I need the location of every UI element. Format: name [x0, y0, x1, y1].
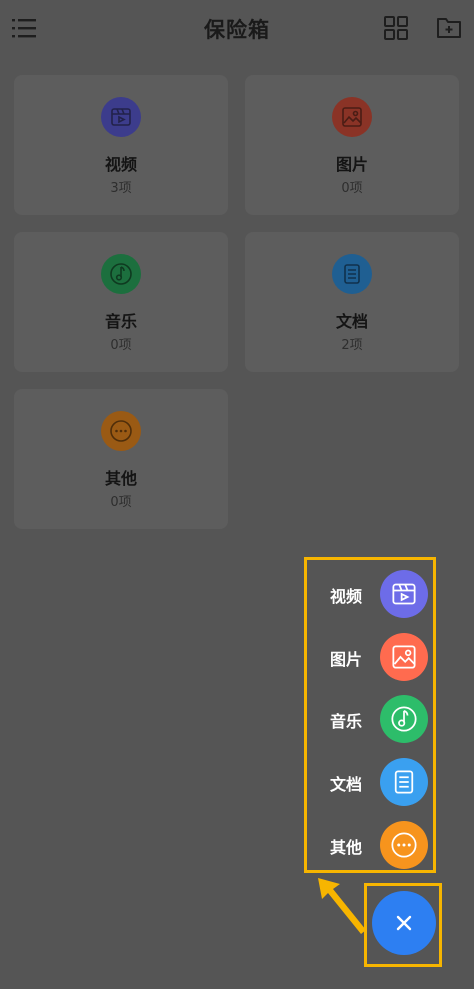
close-icon	[396, 915, 412, 931]
fab-item-label: 图片	[329, 650, 362, 669]
fab-item-video[interactable]: 视频	[318, 569, 430, 619]
fab-item-music[interactable]: 音乐	[318, 694, 430, 744]
image-icon	[380, 633, 428, 681]
category-card-video[interactable]: 视频 3项	[14, 75, 228, 215]
fab-item-label: 其他	[329, 838, 362, 857]
video-icon	[380, 570, 428, 618]
category-name: 图片	[335, 155, 368, 174]
close-fab-button[interactable]	[372, 891, 436, 955]
document-icon	[332, 254, 372, 294]
fab-item-other[interactable]: 其他	[318, 820, 430, 870]
category-count: 0项	[110, 495, 132, 510]
new-folder-button[interactable]	[436, 15, 462, 39]
video-icon	[101, 97, 141, 137]
fab-item-label: 音乐	[329, 712, 362, 731]
category-count: 0项	[110, 338, 132, 353]
app-header: 保险箱	[0, 0, 474, 58]
category-count: 3项	[110, 181, 132, 196]
document-icon	[380, 758, 428, 806]
more-icon	[380, 821, 428, 869]
category-name: 视频	[104, 155, 137, 174]
category-card-document[interactable]: 文档 2项	[245, 232, 459, 372]
fab-item-image[interactable]: 图片	[318, 632, 430, 682]
music-icon	[101, 254, 141, 294]
music-icon	[380, 695, 428, 743]
category-card-music[interactable]: 音乐 0项	[14, 232, 228, 372]
category-card-image[interactable]: 图片 0项	[245, 75, 459, 215]
grid-view-icon	[384, 16, 408, 40]
folder-add-icon	[437, 18, 461, 38]
fab-item-label: 文档	[329, 775, 362, 794]
image-icon	[332, 97, 372, 137]
category-count: 2项	[341, 338, 363, 353]
annotation-arrow	[318, 878, 366, 934]
fab-item-label: 视频	[329, 587, 362, 606]
category-count: 0项	[341, 181, 363, 196]
grid-view-button[interactable]	[384, 16, 408, 40]
category-card-other[interactable]: 其他 0项	[14, 389, 228, 529]
more-icon	[101, 411, 141, 451]
category-name: 其他	[104, 469, 137, 488]
fab-item-document[interactable]: 文档	[318, 757, 430, 807]
category-name: 文档	[335, 312, 368, 331]
category-name: 音乐	[104, 312, 137, 331]
